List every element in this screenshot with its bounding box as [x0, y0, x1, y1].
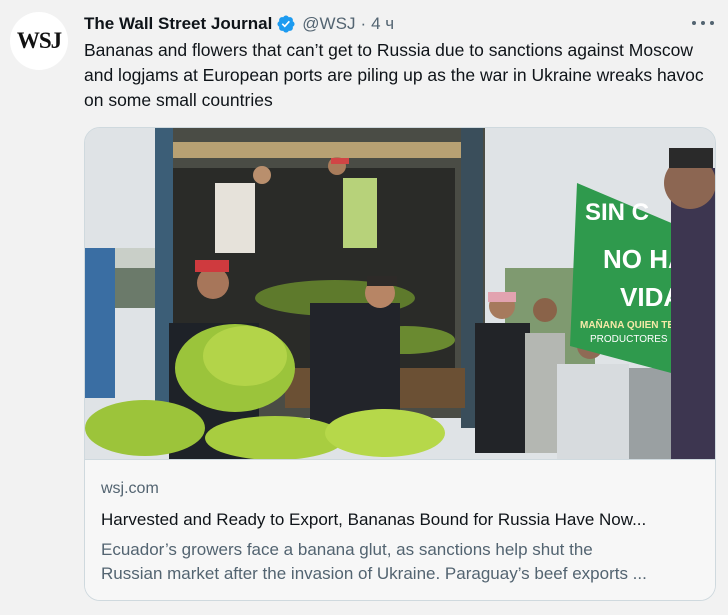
tweet-text: Bananas and flowers that can’t get to Ru… — [84, 40, 704, 110]
card-image[interactable]: SIN C NO HA VIDA MAÑANA QUIEN TE DARÁ PR… — [85, 128, 715, 459]
header-separator: · — [360, 14, 367, 33]
card-description-line-1: Ecuador’s growers face a banana glut, as… — [101, 540, 593, 559]
tweet-timestamp[interactable]: 4 ч — [371, 14, 394, 34]
card-title[interactable]: Harvested and Ready to Export, Bananas B… — [101, 510, 701, 530]
link-card[interactable]: SIN C NO HA VIDA MAÑANA QUIEN TE DARÁ PR… — [84, 127, 716, 601]
tweet-header: The Wall Street Journal @WSJ · 4 ч — [84, 12, 718, 36]
verified-badge-icon — [277, 15, 295, 33]
card-domain: wsj.com — [101, 480, 159, 497]
author-handle[interactable]: @WSJ — [302, 14, 355, 34]
card-description-line-2: Russian market after the invasion of Ukr… — [101, 564, 647, 583]
card-description: Ecuador’s growers face a banana glut, as… — [101, 538, 701, 586]
banana-truck-photo: SIN C NO HA VIDA MAÑANA QUIEN TE DARÁ PR… — [85, 128, 715, 459]
card-body[interactable]: wsj.com Harvested and Ready to Export, B… — [85, 459, 715, 600]
author-name[interactable]: The Wall Street Journal — [84, 14, 272, 34]
banner-line-1: SIN C — [585, 199, 649, 226]
more-horizontal-icon[interactable] — [692, 14, 714, 32]
author-avatar[interactable]: WSJ — [10, 12, 68, 70]
